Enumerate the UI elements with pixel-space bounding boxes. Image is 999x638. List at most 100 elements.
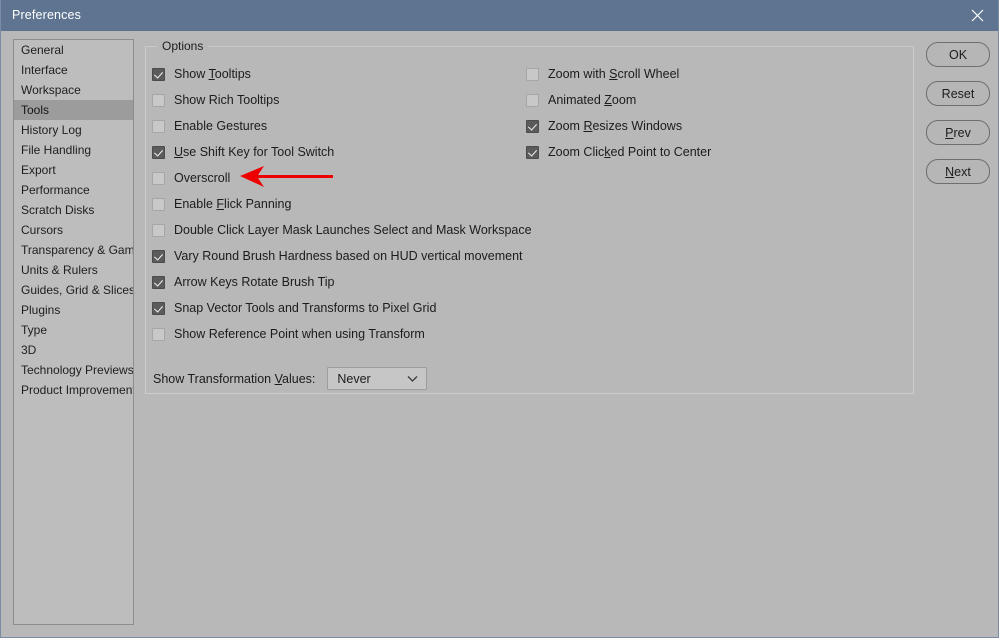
checkbox-animated-zoom[interactable] — [526, 93, 539, 107]
sidebar-item-type[interactable]: Type — [14, 320, 133, 340]
sidebar-item-label: Product Improvement — [21, 383, 134, 397]
window-title: Preferences — [12, 8, 82, 23]
option-row-zoom-resizes-windows[interactable]: Zoom Resizes Windows — [526, 113, 866, 139]
option-label: Double Click Layer Mask Launches Select … — [174, 222, 532, 237]
sidebar-item-file-handling[interactable]: File Handling — [14, 140, 133, 160]
sidebar-item-label: Interface — [21, 63, 68, 77]
sidebar-item-performance[interactable]: Performance — [14, 180, 133, 200]
transformation-values-value: Never — [337, 371, 371, 386]
checkbox-show-reference-point-when-using-transform[interactable] — [152, 327, 165, 341]
option-row-show-rich-tooltips[interactable]: Show Rich Tooltips — [152, 87, 532, 113]
option-label: Show Reference Point when using Transfor… — [174, 326, 425, 341]
checkbox-snap-vector-tools-and-transforms-to-pixel-grid[interactable] — [152, 301, 165, 315]
sidebar-item-label: Type — [21, 323, 48, 337]
close-button[interactable] — [954, 0, 998, 31]
sidebar-item-guides-grid-slices[interactable]: Guides, Grid & Slices — [14, 280, 133, 300]
title-bar: Preferences — [1, 0, 998, 31]
option-row-overscroll[interactable]: Overscroll — [152, 165, 532, 191]
option-label: Enable Gestures — [174, 118, 268, 133]
option-label: Overscroll — [174, 170, 231, 185]
option-label: Snap Vector Tools and Transforms to Pixe… — [174, 300, 437, 315]
sidebar-item-3d[interactable]: 3D — [14, 340, 133, 360]
option-row-animated-zoom[interactable]: Animated Zoom — [526, 87, 866, 113]
sidebar-item-label: General — [21, 43, 64, 57]
checkbox-enable-gestures[interactable] — [152, 119, 165, 133]
option-row-use-shift-key-for-tool-switch[interactable]: Use Shift Key for Tool Switch — [152, 139, 532, 165]
options-left-column: Show Tooltips Show Rich Tooltips Enable Ge… — [152, 61, 532, 347]
option-row-double-click-layer-mask-launches-select-and-mask[interactable]: Double Click Layer Mask Launches Select … — [152, 217, 532, 243]
sidebar-item-plugins[interactable]: Plugins — [14, 300, 133, 320]
checkbox-zoom-clicked-point-to-center[interactable] — [526, 145, 539, 159]
checkbox-vary-round-brush-hardness-based-on-hud-vertical-[interactable] — [152, 249, 165, 263]
options-right-column: Zoom with Scroll Wheel Animated Zoom Zoom … — [526, 61, 866, 165]
option-row-enable-gestures[interactable]: Enable Gestures — [152, 113, 532, 139]
next-button[interactable]: Next — [926, 159, 990, 184]
checkbox-zoom-with-scroll-wheel[interactable] — [526, 67, 539, 81]
transformation-values-label: Show Transformation Values: — [153, 371, 316, 386]
checkbox-arrow-keys-rotate-brush-tip[interactable] — [152, 275, 165, 289]
category-list[interactable]: General Interface Workspace Tools History Lo… — [13, 39, 134, 625]
option-row-show-reference-point-when-using-transform[interactable]: Show Reference Point when using Transfor… — [152, 321, 532, 347]
sidebar-item-scratch-disks[interactable]: Scratch Disks — [14, 200, 133, 220]
option-label: Arrow Keys Rotate Brush Tip — [174, 274, 335, 289]
sidebar-item-label: 3D — [21, 343, 37, 357]
transformation-values-row: Show Transformation Values: Never — [153, 367, 428, 390]
sidebar-item-label: Transparency & Gamut — [21, 243, 134, 257]
reset-button[interactable]: Reset — [926, 81, 990, 106]
sidebar-item-label: File Handling — [21, 143, 92, 157]
sidebar-item-label: Cursors — [21, 223, 64, 237]
option-label: Zoom Clicked Point to Center — [548, 144, 712, 159]
dialog-buttons: OK Reset Prev Next — [926, 42, 990, 198]
sidebar-item-technology-previews[interactable]: Technology Previews — [14, 360, 133, 380]
option-row-arrow-keys-rotate-brush-tip[interactable]: Arrow Keys Rotate Brush Tip — [152, 269, 532, 295]
option-label: Show Rich Tooltips — [174, 92, 280, 107]
sidebar-item-export[interactable]: Export — [14, 160, 133, 180]
sidebar-item-general[interactable]: General — [14, 40, 133, 60]
option-row-show-tooltips[interactable]: Show Tooltips — [152, 61, 532, 87]
option-label: Zoom with Scroll Wheel — [548, 66, 680, 81]
option-label: Vary Round Brush Hardness based on HUD v… — [174, 248, 523, 263]
sidebar-item-label: Plugins — [21, 303, 61, 317]
options-group-label: Options — [157, 38, 209, 54]
option-label: Enable Flick Panning — [174, 196, 292, 211]
sidebar-item-product-improvement[interactable]: Product Improvement — [14, 380, 133, 400]
ok-button[interactable]: OK — [926, 42, 990, 67]
sidebar-item-cursors[interactable]: Cursors — [14, 220, 133, 240]
sidebar-item-label: Workspace — [21, 83, 81, 97]
sidebar-item-label: Guides, Grid & Slices — [21, 283, 134, 297]
checkbox-show-rich-tooltips[interactable] — [152, 93, 165, 107]
sidebar-item-label: Technology Previews — [21, 363, 134, 377]
transformation-values-select[interactable]: Never — [327, 367, 428, 390]
option-label: Zoom Resizes Windows — [548, 118, 683, 133]
sidebar-item-label: Tools — [21, 103, 50, 117]
checkbox-zoom-resizes-windows[interactable] — [526, 119, 539, 133]
prev-button[interactable]: Prev — [926, 120, 990, 145]
sidebar-item-workspace[interactable]: Workspace — [14, 80, 133, 100]
sidebar-item-label: History Log — [21, 123, 82, 137]
preferences-dialog: Preferences General Interface Workspace Too… — [0, 0, 999, 638]
sidebar-item-label: Export — [21, 163, 56, 177]
sidebar-item-history-log[interactable]: History Log — [14, 120, 133, 140]
option-row-zoom-with-scroll-wheel[interactable]: Zoom with Scroll Wheel — [526, 61, 866, 87]
option-row-vary-round-brush-hardness-based-on-hud-vertical-[interactable]: Vary Round Brush Hardness based on HUD v… — [152, 243, 532, 269]
checkbox-show-tooltips[interactable] — [152, 67, 165, 81]
checkbox-overscroll[interactable] — [152, 171, 165, 185]
checkbox-double-click-layer-mask-launches-select-and-mask[interactable] — [152, 223, 165, 237]
sidebar-item-interface[interactable]: Interface — [14, 60, 133, 80]
sidebar-item-label: Units & Rulers — [21, 263, 98, 277]
sidebar-item-units-rulers[interactable]: Units & Rulers — [14, 260, 133, 280]
option-label: Use Shift Key for Tool Switch — [174, 144, 335, 159]
sidebar-item-label: Performance — [21, 183, 90, 197]
close-icon — [971, 9, 983, 22]
checkbox-use-shift-key-for-tool-switch[interactable] — [152, 145, 165, 159]
option-row-zoom-clicked-point-to-center[interactable]: Zoom Clicked Point to Center — [526, 139, 866, 165]
option-row-snap-vector-tools-and-transforms-to-pixel-grid[interactable]: Snap Vector Tools and Transforms to Pixe… — [152, 295, 532, 321]
option-label: Show Tooltips — [174, 66, 251, 81]
option-row-enable-flick-panning[interactable]: Enable Flick Panning — [152, 191, 532, 217]
option-label: Animated Zoom — [548, 92, 637, 107]
sidebar-item-tools[interactable]: Tools — [14, 100, 133, 120]
checkbox-enable-flick-panning[interactable] — [152, 197, 165, 211]
chevron-down-icon — [407, 376, 418, 382]
sidebar-item-transparency-gamut[interactable]: Transparency & Gamut — [14, 240, 133, 260]
sidebar-item-label: Scratch Disks — [21, 203, 95, 217]
